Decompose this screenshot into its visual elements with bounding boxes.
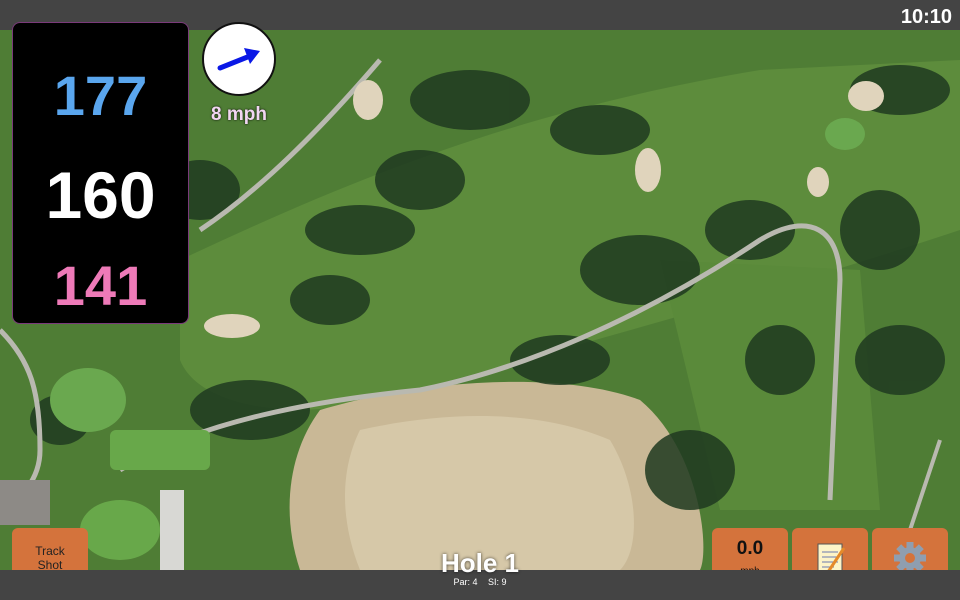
- wind-arrow-icon: [217, 48, 260, 71]
- back-yardage: 177: [53, 64, 148, 127]
- hole-stroke-index: SI: 9: [488, 577, 507, 587]
- track-shot-label-line1: Track: [35, 544, 65, 558]
- hole-par: Par: 4: [453, 577, 478, 587]
- wind-speed: 8 mph: [211, 104, 267, 125]
- hole-info: Par: 4 SI: 9: [380, 577, 580, 587]
- front-yardage: 141: [53, 254, 148, 317]
- wind-indicator: [202, 22, 276, 96]
- clock: 10:10: [900, 6, 952, 28]
- yardage-panel: 177 160 141: [12, 22, 189, 324]
- middle-yardage: 160: [45, 158, 156, 232]
- hole-title: Hole 1: [440, 548, 520, 578]
- speed-value: 0.0: [736, 538, 764, 559]
